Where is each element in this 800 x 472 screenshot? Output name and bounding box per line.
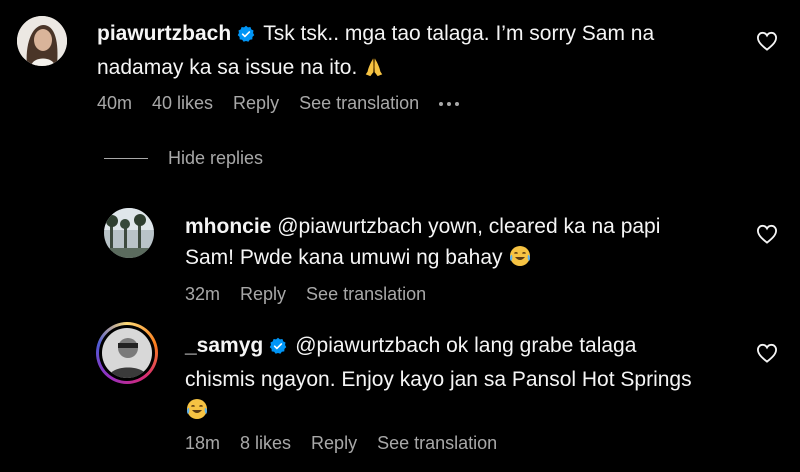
comment-meta: 40m 40 likes Reply See translation: [97, 93, 479, 114]
likes-count[interactable]: 40 likes: [152, 93, 213, 114]
reply-button[interactable]: Reply: [311, 433, 357, 454]
hide-replies-button[interactable]: Hide replies: [104, 148, 263, 169]
avatar-photo: [17, 16, 67, 66]
comment-text-line2: chismis ngayon. Enjoy kayo jan sa Pansol…: [185, 368, 692, 391]
see-translation-link[interactable]: See translation: [306, 284, 426, 305]
verified-badge-icon: [237, 21, 255, 52]
comment-meta: 32m Reply See translation: [185, 284, 446, 305]
tears-of-joy-icon: [185, 397, 209, 430]
likes-count[interactable]: 8 likes: [240, 433, 291, 454]
heart-icon[interactable]: [756, 343, 778, 363]
timestamp: 32m: [185, 284, 221, 304]
comment-text-line1: @piawurtzbach yown, cleared ka na papi: [277, 215, 661, 238]
avatar-story-ring[interactable]: [96, 322, 158, 384]
timestamp: 18m: [185, 433, 221, 453]
username[interactable]: piawurtzbach: [97, 22, 231, 45]
comment-body: piawurtzbach Tsk tsk.. mga tao talaga. I’…: [97, 18, 697, 87]
username[interactable]: _samyg: [185, 334, 263, 357]
see-translation-link[interactable]: See translation: [299, 93, 419, 114]
reply-button[interactable]: Reply: [240, 284, 286, 305]
more-options-icon[interactable]: [439, 101, 460, 106]
tears-of-joy-icon: [508, 244, 532, 277]
avatar[interactable]: [104, 208, 154, 258]
reply-button[interactable]: Reply: [233, 93, 279, 114]
comment-text-line2: nadamay ka sa issue na ito.: [97, 56, 358, 79]
comment-body: mhoncie @piawurtzbach yown, cleared ka n…: [185, 211, 745, 277]
divider-line: [104, 158, 148, 159]
heart-icon[interactable]: [756, 31, 778, 51]
avatar[interactable]: [17, 16, 67, 66]
timestamp: 40m: [97, 93, 133, 113]
username[interactable]: mhoncie: [185, 215, 271, 238]
avatar-photo: [102, 328, 152, 378]
hide-replies-label: Hide replies: [168, 148, 264, 168]
avatar-photo: [104, 208, 154, 258]
heart-icon[interactable]: [756, 224, 778, 244]
comment-text-line1: @piawurtzbach ok lang grabe talaga: [295, 334, 637, 357]
comment-body: _samyg @piawurtzbach ok lang grabe talaga…: [185, 330, 745, 430]
verified-badge-icon: [269, 333, 287, 364]
comment-meta: 18m 8 likes Reply See translation: [185, 433, 517, 454]
see-translation-link[interactable]: See translation: [377, 433, 497, 454]
comment-text-line2: Sam! Pwde kana umuwi ng bahay: [185, 246, 503, 269]
folded-hands-icon: [363, 56, 385, 87]
comment-text-line1: Tsk tsk.. mga tao talaga. I’m sorry Sam …: [263, 22, 655, 45]
